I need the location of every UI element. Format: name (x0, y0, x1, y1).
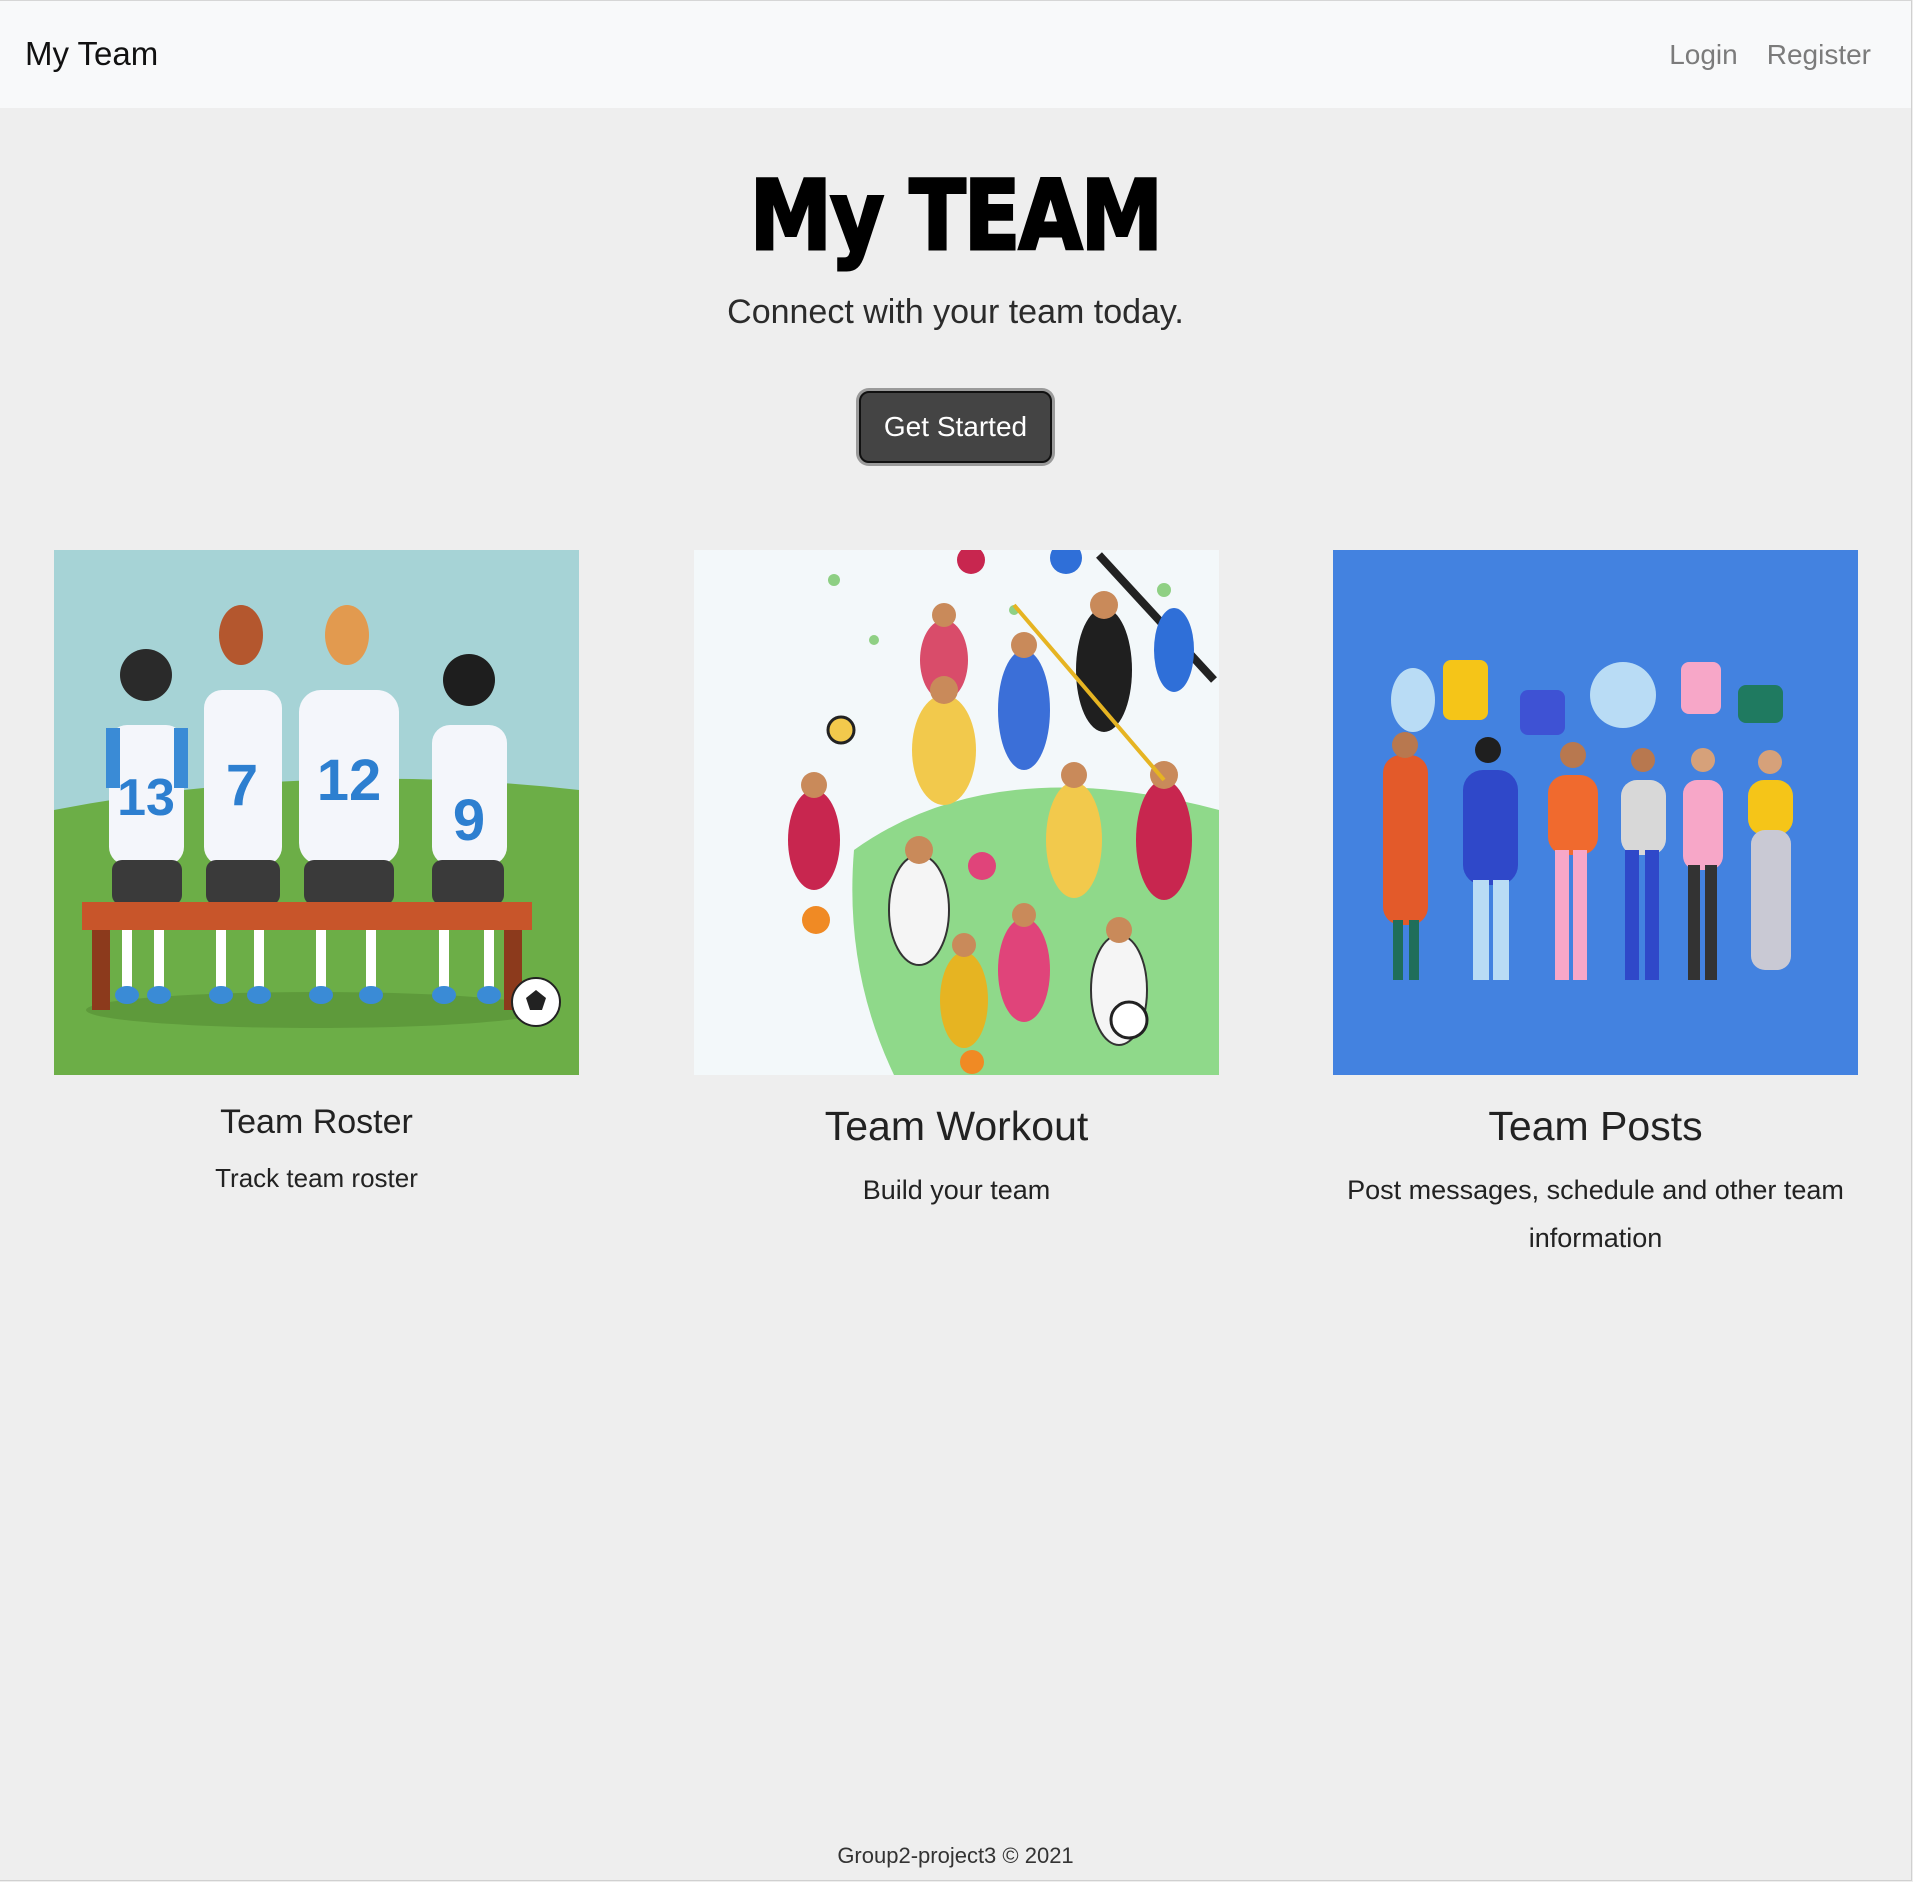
card-title: Team Posts (1488, 1103, 1703, 1149)
people-chat-bubbles-illustration (1333, 550, 1858, 1075)
page: My Team Login Register My TEAM Connect w… (0, 0, 1912, 1881)
navbar: My Team Login Register (0, 1, 1911, 108)
card-text: Build your team (862, 1175, 1051, 1205)
jersey-number-12: 12 (317, 748, 382, 813)
cta-wrap: Get Started (0, 391, 1911, 463)
login-link[interactable]: Login (1669, 39, 1738, 71)
get-started-button[interactable]: Get Started (859, 391, 1052, 463)
nav-links: Login Register (1669, 39, 1871, 71)
footer: Group2-project3 © 2021 (837, 1843, 1074, 1868)
card-text: Post messages, schedule and other team i… (1347, 1175, 1844, 1253)
athletes-collage-illustration (694, 550, 1219, 1075)
jersey-number-13: 13 (117, 769, 175, 827)
card-team-posts: Team Posts Post messages, schedule and o… (1333, 550, 1858, 1262)
jersey-number-9: 9 (453, 788, 485, 853)
team-bench-illustration: 13 7 12 9 (54, 550, 579, 1075)
register-link[interactable]: Register (1767, 39, 1871, 71)
card-text: Track team roster (215, 1163, 418, 1193)
card-team-roster: 13 7 12 9 Team Roster Track team roster (54, 550, 579, 1202)
hero-subtitle: Connect with your team today. (727, 293, 1184, 331)
navbar-brand[interactable]: My Team (25, 35, 158, 75)
card-title: Team Roster (220, 1103, 413, 1141)
card-title: Team Workout (824, 1103, 1089, 1149)
hero-title: My TEAM (748, 160, 1164, 272)
jersey-number-7: 7 (226, 753, 258, 818)
card-team-workout: Team Workout Build your team (694, 550, 1219, 1214)
